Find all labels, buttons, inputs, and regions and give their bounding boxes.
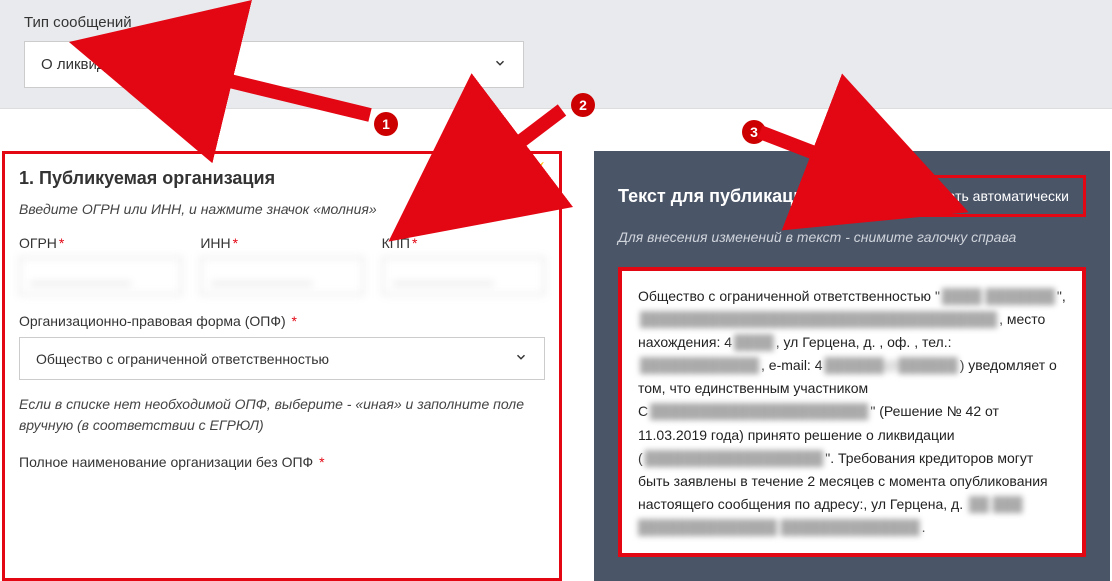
section-title: 1. Публикуемая организация (19, 168, 545, 189)
chevron-down-icon (514, 350, 528, 367)
opf-hint: Если в списке нет необходимой ОПФ, выбер… (19, 394, 545, 436)
opf-value: Общество с ограниченной ответственностью (36, 351, 329, 367)
chevron-down-icon (493, 56, 507, 73)
annotation-badge-3: 3 (742, 120, 766, 144)
message-type-value: О ликвидации ЮЛ (41, 56, 168, 73)
publication-preview: Общество с ограниченной ответственностью… (618, 267, 1086, 557)
ogrn-input[interactable] (19, 257, 182, 295)
inn-input[interactable] (200, 257, 363, 295)
annotation-badge-1: 1 (374, 112, 398, 136)
inn-label: ИНН* (200, 235, 363, 251)
opf-label: Организационно-правовая форма (ОПФ) * (19, 313, 545, 329)
publishing-org-panel: ⚡ 1. Публикуемая организация Введите ОГР… (2, 151, 562, 581)
message-type-select[interactable]: О ликвидации ЮЛ (24, 41, 524, 88)
auto-generate-label: Формировать автоматически (881, 188, 1069, 204)
right-title: Текст для публикации (618, 186, 815, 207)
right-hint: Для внесения изменений в текст - снимите… (618, 229, 1086, 245)
kpp-input[interactable] (382, 257, 545, 295)
top-panel: Тип сообщений О ликвидации ЮЛ (0, 0, 1112, 109)
publication-text-panel: Текст для публикации Формировать автомат… (594, 151, 1110, 581)
opf-select[interactable]: Общество с ограниченной ответственностью (19, 337, 545, 380)
arrow-2 (500, 110, 562, 157)
message-type-label: Тип сообщений (24, 14, 1088, 31)
bolt-icon[interactable]: ⚡ (527, 162, 549, 183)
fullname-label: Полное наименование организации без ОПФ … (19, 454, 545, 470)
annotation-badge-2: 2 (571, 93, 595, 117)
checkbox-icon (853, 186, 873, 206)
kpp-label: КПП* (382, 235, 545, 251)
hint-text: Введите ОГРН или ИНН, и нажмите значок «… (19, 201, 545, 217)
ogrn-label: ОГРН* (19, 235, 182, 251)
auto-generate-toggle[interactable]: Формировать автоматически (836, 175, 1086, 217)
